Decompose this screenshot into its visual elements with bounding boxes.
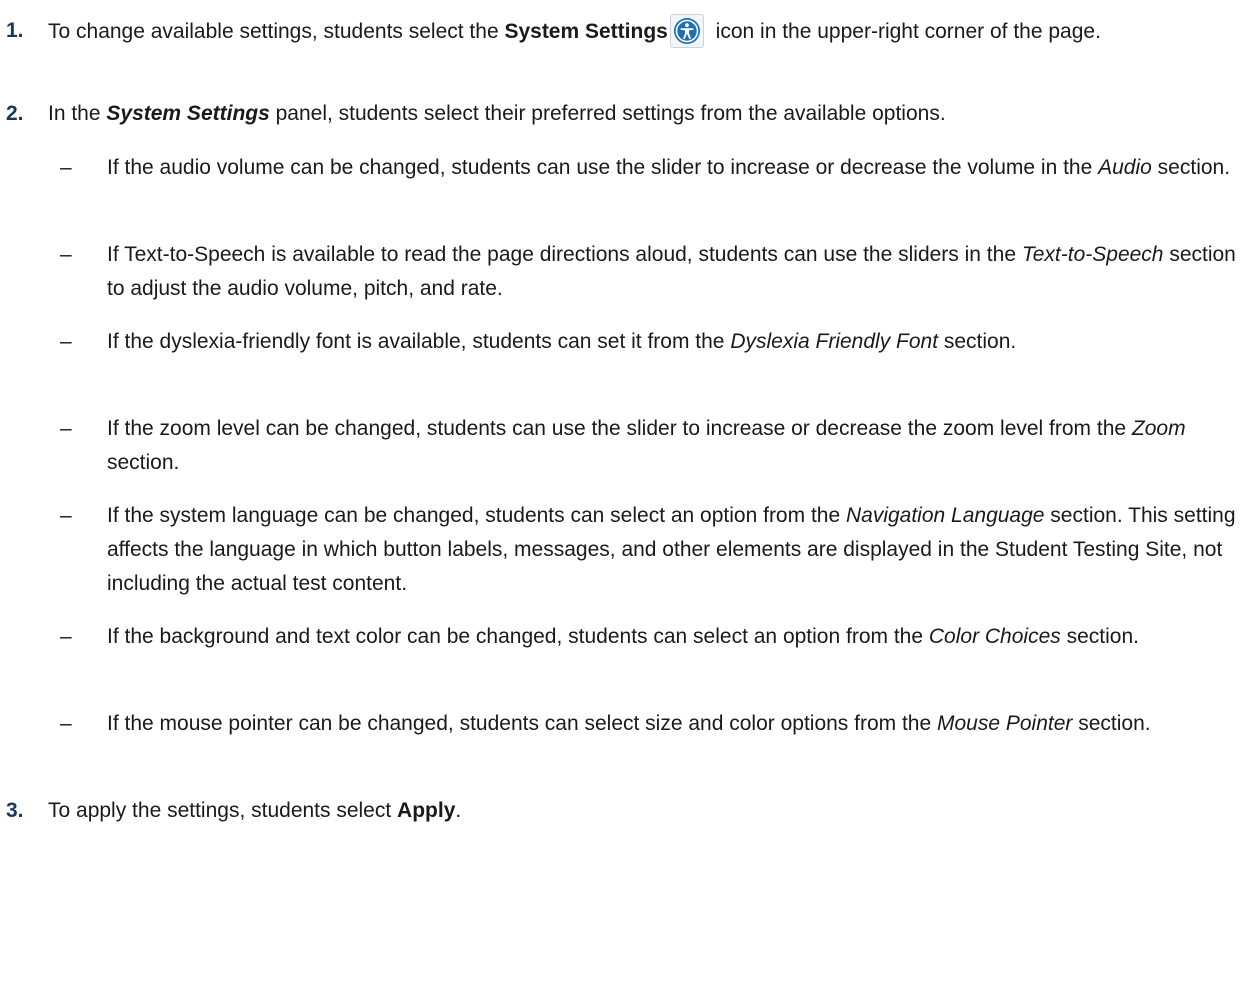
step-number: 1. bbox=[6, 19, 24, 42]
dash: – bbox=[60, 417, 72, 440]
dash: – bbox=[60, 156, 72, 179]
bullet-text: If the system language can be changed, s… bbox=[107, 499, 1245, 601]
bullet-text: If the audio volume can be changed, stud… bbox=[107, 151, 1245, 185]
dash: – bbox=[60, 504, 72, 527]
step-text: To apply the settings, students select A… bbox=[48, 794, 1249, 828]
step-text-before: To change available settings, students s… bbox=[48, 20, 505, 43]
step-text-before: In the bbox=[48, 102, 107, 125]
dash: – bbox=[60, 330, 72, 353]
system-settings-panel-label: System Settings bbox=[106, 102, 270, 125]
section-name: Audio bbox=[1098, 156, 1152, 179]
bullet-text-after: section. bbox=[1151, 156, 1231, 179]
bullet-text: If the dyslexia-friendly font is availab… bbox=[107, 325, 1245, 359]
bullet-text-before: If the background and text color can be … bbox=[107, 625, 929, 648]
bullet-text-before: If the mouse pointer can be changed, stu… bbox=[107, 712, 937, 735]
section-name: Color Choices bbox=[928, 625, 1061, 648]
section-name: Text-to-Speech bbox=[1021, 243, 1164, 266]
dash: – bbox=[60, 712, 72, 735]
step-text-after: icon in the upper-right corner of the pa… bbox=[709, 20, 1101, 43]
step-text-after: . bbox=[455, 799, 462, 822]
bullet-text: If the mouse pointer can be changed, stu… bbox=[107, 707, 1245, 741]
apply-label: Apply bbox=[397, 799, 456, 822]
step-text: In the System Settings panel, students s… bbox=[48, 97, 1249, 131]
bullet-text-after: section. bbox=[1072, 712, 1151, 735]
dash: – bbox=[60, 625, 72, 648]
bullet-text-after: section. bbox=[1060, 625, 1139, 648]
step-number: 3. bbox=[6, 799, 24, 822]
step-text: To change available settings, students s… bbox=[48, 14, 1249, 49]
step-text-after: panel, students select their preferred s… bbox=[269, 102, 946, 125]
bullet-text-before: If the zoom level can be changed, studen… bbox=[107, 417, 1132, 440]
bullet-text-after: section. bbox=[107, 451, 180, 474]
accessibility-icon bbox=[669, 14, 704, 48]
bullet-text-before: If the audio volume can be changed, stud… bbox=[107, 156, 1099, 179]
section-name: Navigation Language bbox=[845, 504, 1045, 527]
bullet-text: If the zoom level can be changed, studen… bbox=[107, 412, 1245, 480]
bullet-text-after: section. bbox=[938, 330, 1017, 353]
bullet-text-before: If the dyslexia-friendly font is availab… bbox=[107, 330, 731, 353]
section-name: Mouse Pointer bbox=[937, 712, 1073, 735]
bullet-text-before: If the system language can be changed, s… bbox=[107, 504, 846, 527]
step-number: 2. bbox=[6, 102, 24, 125]
bullet-text-before: If Text-to-Speech is available to read t… bbox=[107, 243, 1022, 266]
section-name: Zoom bbox=[1131, 417, 1186, 440]
bullet-text: If Text-to-Speech is available to read t… bbox=[107, 238, 1245, 306]
dash: – bbox=[60, 243, 72, 266]
step-text-before: To apply the settings, students select bbox=[48, 799, 398, 822]
system-settings-label: System Settings bbox=[504, 20, 668, 43]
section-name: Dyslexia Friendly Font bbox=[730, 330, 939, 353]
bullet-text: If the background and text color can be … bbox=[107, 620, 1245, 654]
